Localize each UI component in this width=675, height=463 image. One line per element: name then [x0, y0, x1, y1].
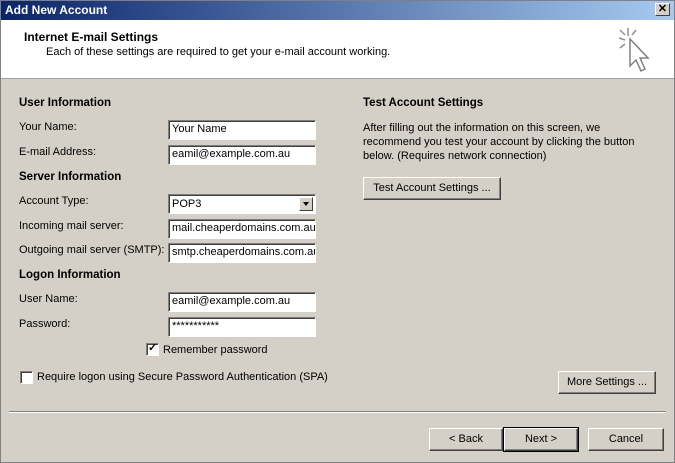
cursor-sparkle-icon	[618, 28, 650, 73]
footer-separator	[9, 411, 666, 413]
username-input[interactable]: eamil@example.com.au	[168, 292, 316, 312]
your-name-label: Your Name:	[19, 121, 77, 133]
checkmark-icon: ✓	[148, 342, 158, 354]
close-button[interactable]: ✕	[655, 3, 670, 16]
more-settings-button[interactable]: More Settings ...	[558, 371, 656, 394]
back-button[interactable]: < Back	[429, 428, 503, 451]
email-input[interactable]: eamil@example.com.au	[168, 145, 316, 165]
your-name-input[interactable]: Your Name	[168, 120, 316, 140]
header-title: Internet E-mail Settings	[24, 30, 159, 44]
password-input[interactable]: ***********	[168, 317, 316, 337]
user-info-title: User Information	[19, 97, 112, 109]
incoming-server-label: Incoming mail server:	[19, 220, 124, 232]
spa-checkbox[interactable]	[20, 371, 33, 384]
username-label: User Name:	[19, 293, 78, 305]
logon-info-title: Logon Information	[19, 269, 121, 281]
server-info-title: Server Information	[19, 171, 122, 183]
title-bar[interactable]: Add New Account ✕	[1, 1, 674, 20]
next-button[interactable]: Next >	[503, 427, 579, 452]
cancel-button[interactable]: Cancel	[588, 428, 664, 451]
test-account-settings-button[interactable]: Test Account Settings ...	[363, 177, 501, 200]
add-account-dialog: Add New Account ✕ Internet E-mail Settin…	[0, 0, 675, 463]
account-type-label: Account Type:	[19, 195, 89, 207]
outgoing-server-input[interactable]: smtp.cheaperdomains.com.au	[168, 243, 316, 263]
account-type-select[interactable]: POP3	[168, 194, 316, 214]
test-settings-title: Test Account Settings	[363, 97, 484, 109]
incoming-server-input[interactable]: mail.cheaperdomains.com.au	[168, 219, 316, 239]
remember-password-checkbox[interactable]: ✓	[146, 342, 159, 356]
chevron-down-icon[interactable]	[299, 197, 313, 211]
remember-password-label[interactable]: Remember password	[163, 344, 268, 356]
test-settings-description: After filling out the information on thi…	[363, 122, 635, 162]
window-title: Add New Account	[5, 3, 108, 17]
header-subtitle: Each of these settings are required to g…	[46, 46, 391, 58]
outgoing-server-label: Outgoing mail server (SMTP):	[19, 244, 165, 256]
close-icon: ✕	[657, 3, 668, 15]
spa-label[interactable]: Require logon using Secure Password Auth…	[37, 371, 328, 383]
account-type-value: POP3	[172, 198, 202, 210]
password-label: Password:	[19, 318, 71, 330]
wizard-header: Internet E-mail Settings Each of these s…	[1, 20, 674, 79]
email-label: E-mail Address:	[19, 146, 97, 158]
